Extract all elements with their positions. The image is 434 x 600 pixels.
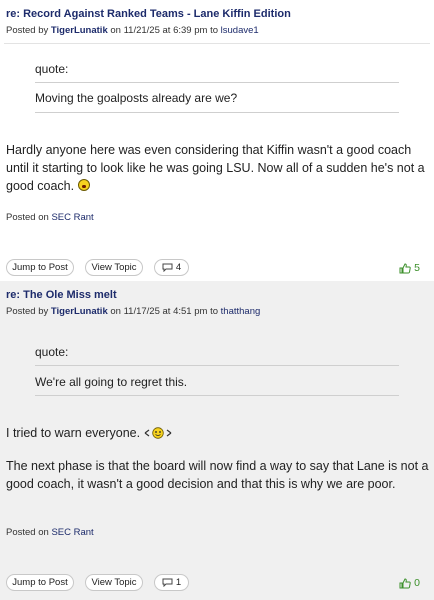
post-date: 11/21/25 [123, 25, 160, 36]
post-body-intro: I tried to warn everyone. [6, 424, 430, 442]
quote-divider [35, 395, 399, 396]
speech-bubble-icon [162, 263, 173, 272]
reply-to-link[interactable]: thatthang [221, 306, 261, 317]
post-time: 4:51 pm [173, 306, 208, 317]
yelling-face-emoji [77, 179, 90, 191]
posted-on-label: Posted on [6, 212, 49, 223]
to-label: to [210, 25, 218, 36]
posted-by-label: Posted by [6, 25, 49, 36]
post-body-paragraph: Hardly anyone here was even considering … [6, 143, 425, 193]
replies-button[interactable]: 1 [154, 574, 189, 591]
posted-on-label: Posted on [6, 527, 49, 538]
waving-smiley-emoji [144, 427, 171, 439]
reply-count: 1 [175, 577, 182, 588]
post-body: Hardly anyone here was even considering … [6, 141, 430, 195]
view-topic-button[interactable]: View Topic [85, 259, 143, 276]
thumbs-up-icon [399, 577, 411, 588]
quote-text: We're all going to regret this. [35, 375, 188, 389]
quote-divider [35, 112, 399, 113]
board-link[interactable]: SEC Rant [51, 527, 93, 538]
view-topic-button[interactable]: View Topic [85, 574, 143, 591]
post-body-paragraph: The next phase is that the board will no… [6, 459, 429, 491]
on-label: on [110, 25, 121, 36]
post-title-link[interactable]: re: Record Against Ranked Teams - Lane K… [6, 8, 291, 20]
quote-divider [35, 365, 399, 366]
at-label: at [162, 306, 171, 317]
post-body: The next phase is that the board will no… [6, 457, 430, 493]
jump-to-post-button[interactable]: Jump to Post [6, 259, 74, 276]
quote-divider [35, 82, 399, 83]
to-label: to [210, 306, 218, 317]
jump-to-post-button[interactable]: Jump to Post [6, 574, 74, 591]
post-byline: Posted by TigerLunatik on 11/21/25 at 6:… [6, 25, 259, 36]
jump-to-post-label: Jump to Post [12, 262, 68, 273]
reply-to-link[interactable]: lsudave1 [221, 25, 259, 36]
header-divider [4, 43, 430, 44]
post-card: re: The Ole Miss melt Posted by TigerLun… [0, 281, 434, 600]
at-label: at [162, 25, 171, 36]
quote-label: quote: [35, 345, 69, 359]
post-byline: Posted by TigerLunatik on 11/17/25 at 4:… [6, 306, 260, 317]
upvote-count: 5 [414, 262, 420, 274]
author-link[interactable]: TigerLunatik [51, 25, 108, 36]
quote-label: quote: [35, 62, 69, 76]
post-date: 11/17/25 [123, 306, 160, 317]
reply-count: 4 [175, 262, 182, 273]
post-time: 6:39 pm [173, 25, 208, 36]
on-label: on [110, 306, 121, 317]
quote-block: quote: We're all going to regret this. [35, 345, 399, 397]
posted-on: Posted on SEC Rant [6, 527, 94, 538]
speech-bubble-icon [162, 578, 173, 587]
quote-block: quote: Moving the goalposts already are … [35, 62, 399, 114]
post-card: re: Record Against Ranked Teams - Lane K… [0, 0, 434, 281]
board-link[interactable]: SEC Rant [51, 212, 93, 223]
posted-by-label: Posted by [6, 306, 49, 317]
thumbs-up-icon [399, 262, 411, 273]
posted-on: Posted on SEC Rant [6, 212, 94, 223]
view-topic-label: View Topic [91, 577, 137, 588]
view-topic-label: View Topic [91, 262, 137, 273]
replies-button[interactable]: 4 [154, 259, 189, 276]
author-link[interactable]: TigerLunatik [51, 306, 108, 317]
post-body-paragraph: I tried to warn everyone. [6, 426, 141, 440]
post-title-link[interactable]: re: The Ole Miss melt [6, 289, 117, 301]
upvote-button[interactable]: 0 [399, 577, 420, 589]
upvote-count: 0 [414, 577, 420, 589]
quote-text: Moving the goalposts already are we? [35, 91, 238, 105]
upvote-button[interactable]: 5 [399, 262, 420, 274]
jump-to-post-label: Jump to Post [12, 577, 68, 588]
